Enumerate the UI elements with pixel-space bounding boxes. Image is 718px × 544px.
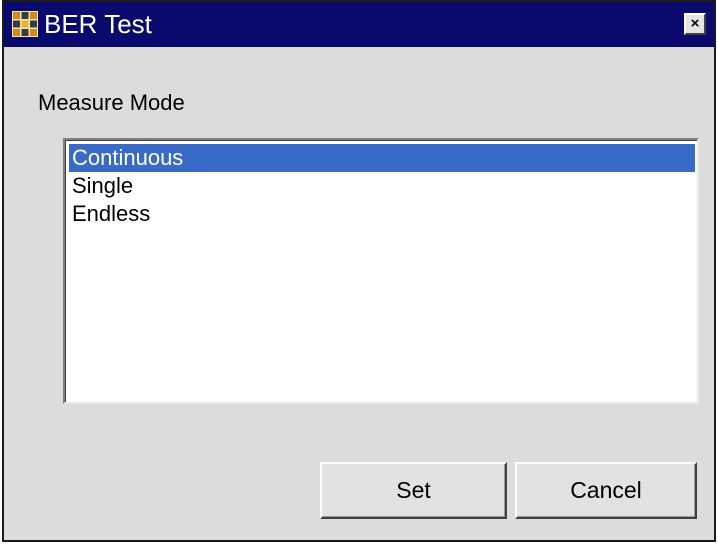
window-title: BER Test [44, 9, 152, 39]
measure-mode-listbox[interactable]: Continuous Single Endless [63, 138, 699, 404]
measure-mode-label: Measure Mode [38, 90, 185, 115]
app-grid-icon [12, 11, 38, 37]
list-item-single[interactable]: Single [69, 172, 695, 200]
cancel-button[interactable]: Cancel [515, 462, 697, 519]
list-item-continuous[interactable]: Continuous [69, 144, 695, 172]
close-button[interactable]: × [684, 13, 706, 35]
close-icon: × [690, 15, 700, 32]
list-item-endless[interactable]: Endless [69, 200, 695, 228]
set-button[interactable]: Set [320, 462, 507, 519]
title-bar[interactable]: BER Test × [4, 2, 714, 47]
ber-test-dialog: BER Test × Measure Mode Continuous Singl… [2, 0, 716, 542]
